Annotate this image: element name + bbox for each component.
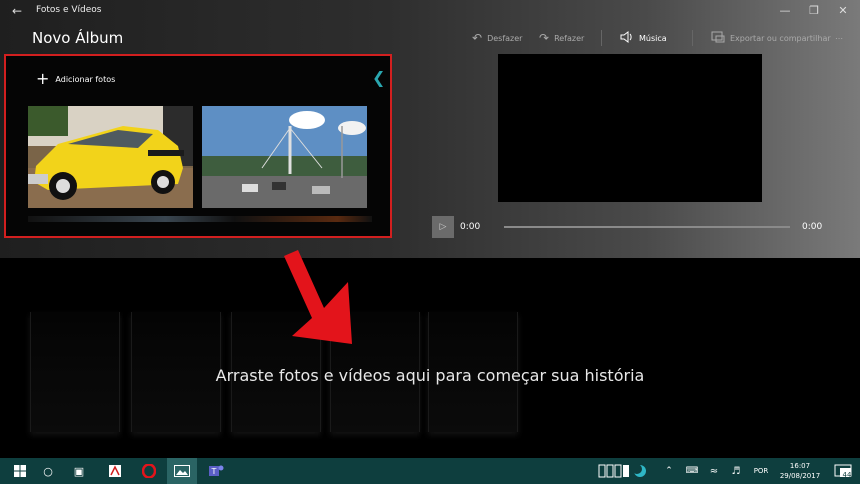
seek-bar[interactable]	[504, 226, 790, 228]
task-view-icon[interactable]: ▣	[66, 458, 92, 484]
photo-thumbnail-taxi[interactable]	[28, 106, 193, 208]
cortana-icon[interactable]: ○	[36, 458, 60, 484]
acrobat-icon[interactable]	[100, 458, 130, 484]
play-icon: ▷	[439, 222, 447, 232]
moon-icon[interactable]	[632, 458, 648, 484]
page-title: Novo Álbum	[32, 29, 124, 47]
photos-icon[interactable]	[167, 458, 197, 484]
clock-time[interactable]: 16:07	[774, 461, 826, 471]
wifi-icon[interactable]: ≈	[706, 458, 722, 484]
minimize-button[interactable]: —	[771, 2, 799, 20]
svg-text:T: T	[211, 467, 217, 476]
chevron-left-icon[interactable]: ❮	[372, 68, 385, 87]
redo-button[interactable]: ↷ Refazer	[539, 28, 584, 48]
language-indicator[interactable]: POR	[750, 466, 772, 476]
drop-hint-text: Arraste fotos e vídeos aqui para começar…	[215, 366, 645, 385]
export-label: Exportar ou compartilhar	[730, 33, 831, 43]
tutorial-arrow-annotation	[284, 250, 352, 344]
photo-thumbnail-bridge[interactable]	[202, 106, 367, 208]
taskbar: ○ ▣ T ⌃ ⌨ ≈ ♬ POR 16:07 29/08/2017 44	[0, 458, 860, 484]
add-photos-button[interactable]: + Adicionar fotos	[36, 69, 116, 88]
teams-icon[interactable]: T	[202, 458, 230, 484]
total-time: 0:00	[802, 222, 823, 232]
redo-icon: ↷	[539, 31, 550, 45]
video-preview	[498, 54, 762, 202]
app-title: Fotos e Vídeos	[36, 5, 102, 15]
music-label: Música	[639, 33, 667, 43]
chevron-up-icon[interactable]: ⌃	[662, 458, 676, 484]
clock-date[interactable]: 29/08/2017	[774, 471, 826, 481]
maximize-button[interactable]: ❐	[800, 2, 828, 20]
plus-icon: +	[36, 69, 50, 88]
more-icon: ⋯	[835, 33, 843, 43]
windows-icon	[14, 465, 26, 477]
opera-icon[interactable]	[134, 458, 164, 484]
title-bar: ← Fotos e Vídeos — ❐ ✕	[0, 0, 860, 22]
storyboard[interactable]: Arraste fotos e vídeos aqui para começar…	[0, 258, 860, 458]
thumbnail-row-partial	[28, 216, 372, 222]
toolbar-divider	[601, 30, 602, 46]
windows-start-button[interactable]	[6, 458, 34, 484]
export-button[interactable]: Exportar ou compartilhar	[711, 28, 831, 48]
redo-label: Refazer	[554, 33, 585, 43]
volume-icon[interactable]: ♬	[728, 458, 744, 484]
undo-icon: ↶	[472, 31, 483, 45]
undo-label: Desfazer	[487, 33, 523, 43]
notification-count: 44	[842, 471, 852, 479]
more-button[interactable]: ⋯	[835, 28, 843, 48]
music-button[interactable]: Música	[620, 28, 667, 48]
battery-icon[interactable]	[597, 458, 633, 484]
speaker-icon	[620, 31, 634, 45]
keyboard-icon[interactable]: ⌨	[682, 458, 702, 484]
current-time: 0:00	[460, 222, 481, 232]
toolbar-divider	[692, 30, 693, 46]
back-arrow-icon[interactable]: ←	[10, 4, 24, 18]
add-photos-label: Adicionar fotos	[55, 74, 116, 84]
close-button[interactable]: ✕	[829, 2, 857, 20]
media-library-panel: + Adicionar fotos ❮	[4, 54, 392, 238]
play-button[interactable]: ▷	[432, 216, 454, 238]
export-icon	[711, 31, 725, 45]
undo-button[interactable]: ↶ Desfazer	[472, 28, 522, 48]
